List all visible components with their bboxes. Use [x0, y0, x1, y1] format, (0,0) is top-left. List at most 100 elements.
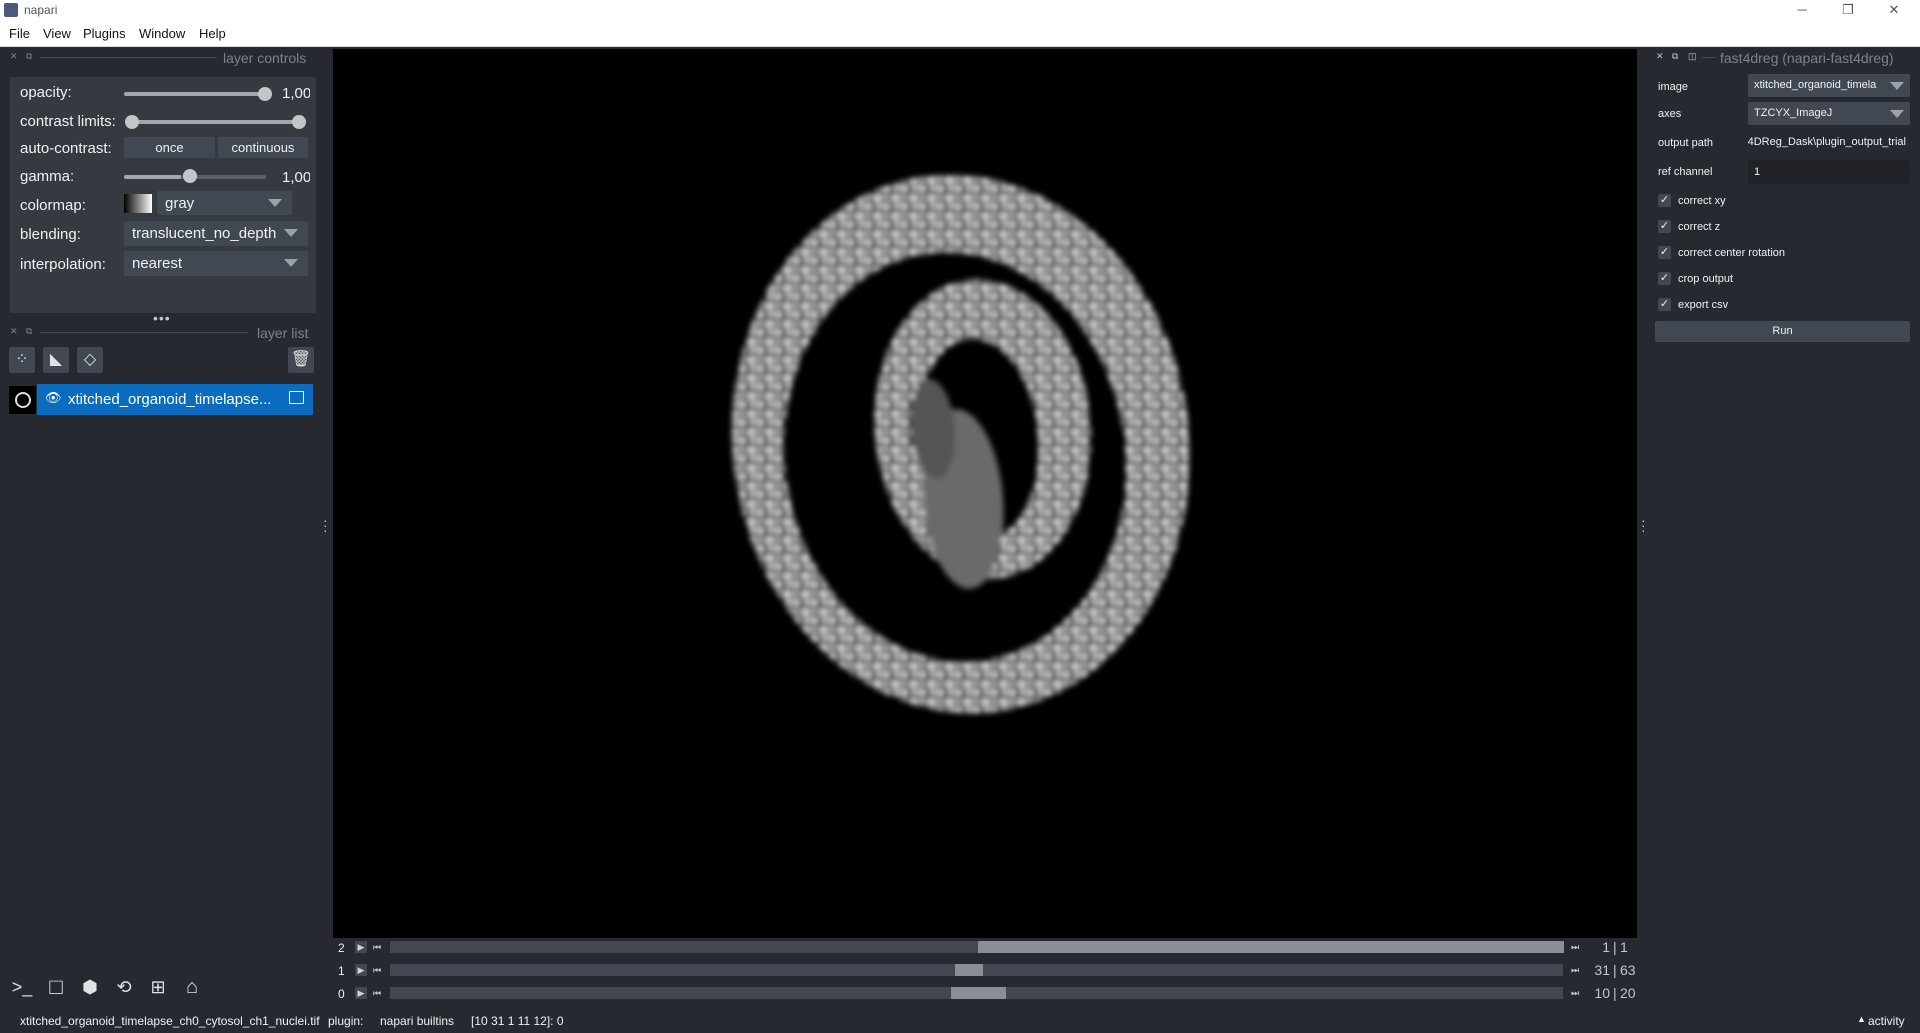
dock-float-icon[interactable]: ⧉	[26, 326, 32, 337]
contrast-min-handle[interactable]	[125, 115, 139, 129]
menu-help[interactable]: Help	[199, 26, 226, 41]
correct-z-checkbox[interactable]: ✓	[1658, 220, 1671, 233]
correct-center-rotation-checkbox[interactable]: ✓	[1658, 246, 1671, 259]
colormap-swatch	[124, 194, 152, 213]
activity-triangle-icon[interactable]: ▲	[1857, 1014, 1866, 1024]
ref-channel-value: 1	[1754, 166, 1761, 178]
menu-plugins[interactable]: Plugins	[83, 26, 126, 41]
export-csv-checkbox[interactable]: ✓	[1658, 298, 1671, 311]
run-button[interactable]: Run	[1655, 321, 1910, 342]
dim-current[interactable]: 10	[1586, 985, 1610, 1001]
dock-hide-icon[interactable]: ◫	[1688, 51, 1697, 62]
crop-output-checkbox[interactable]: ✓	[1658, 272, 1671, 285]
menu-file[interactable]: File	[9, 26, 30, 41]
new-shapes-layer-icon[interactable]: ◣	[43, 347, 69, 373]
auto-contrast-once-button[interactable]: once	[124, 137, 215, 158]
step-forward-icon[interactable]: ⏭	[1569, 941, 1581, 953]
right-dock-resize-handle[interactable]: · · ·	[1641, 513, 1646, 537]
step-forward-icon[interactable]: ⏭	[1569, 987, 1581, 999]
image-canvas[interactable]	[333, 49, 1637, 938]
panel-splitter-handle[interactable]: •••	[153, 310, 171, 326]
crop-output-label[interactable]: crop output	[1678, 273, 1733, 285]
step-back-icon[interactable]: ⏮	[371, 941, 383, 953]
play-icon[interactable]: ▶	[355, 941, 367, 953]
close-window-button[interactable]: ✕	[1872, 1, 1916, 19]
contrast-max-handle[interactable]	[292, 115, 306, 129]
visibility-eye-icon[interactable]: 👁	[45, 390, 62, 406]
contrast-limits-label: contrast limits:	[20, 113, 116, 130]
dim-current[interactable]: 1	[1596, 939, 1610, 955]
dim-current[interactable]: 31	[1586, 962, 1610, 978]
dock-float-icon[interactable]: ⧉	[26, 51, 32, 62]
dim-slider-thumb[interactable]	[951, 987, 1006, 999]
gamma-value[interactable]: 1,00	[282, 169, 310, 186]
image-select-value: xtitched_organoid_timela	[1754, 79, 1877, 91]
ref-channel-input[interactable]: 1	[1748, 160, 1910, 184]
dim-axis-label: 0	[338, 987, 345, 1001]
gamma-slider-handle[interactable]	[183, 169, 197, 183]
auto-contrast-continuous-button[interactable]: continuous	[218, 137, 308, 158]
menu-bar: File View Plugins Window Help	[0, 21, 1920, 47]
home-icon[interactable]: ⌂	[179, 974, 205, 1000]
delete-layer-trash-icon[interactable]: 🗑	[288, 347, 314, 373]
step-back-icon[interactable]: ⏮	[371, 964, 383, 976]
menu-view[interactable]: View	[43, 26, 71, 41]
image-select[interactable]: xtitched_organoid_timela	[1748, 74, 1910, 97]
dock-divider	[40, 57, 216, 58]
dim-max: 1	[1620, 939, 1628, 955]
colormap-select[interactable]: gray	[157, 191, 292, 215]
correct-z-label[interactable]: correct z	[1678, 221, 1720, 233]
output-path-label: output path	[1658, 137, 1714, 149]
contrast-limits-slider[interactable]	[131, 120, 299, 124]
correct-xy-checkbox[interactable]: ✓	[1658, 194, 1671, 207]
console-icon[interactable]: >_	[9, 974, 35, 1000]
step-back-icon[interactable]: ⏮	[371, 987, 383, 999]
new-points-layer-icon[interactable]: ⁘	[9, 347, 35, 373]
rotate-icon[interactable]: ⟲	[111, 974, 137, 1000]
opacity-label: opacity:	[20, 84, 72, 101]
layer-name[interactable]: xtitched_organoid_timelapse...	[68, 391, 271, 408]
interpolation-select[interactable]: nearest	[124, 251, 308, 276]
correct-xy-label[interactable]: correct xy	[1678, 195, 1726, 207]
axes-select[interactable]: TZCYX_ImageJ	[1748, 102, 1910, 125]
opacity-value[interactable]: 1,00	[282, 85, 310, 102]
dock-float-icon[interactable]: ⧉	[1672, 51, 1678, 62]
output-path-value: 4DReg_Dask\plugin_output_trial	[1748, 136, 1906, 148]
ndisplay-square-icon[interactable]: □	[43, 974, 69, 1000]
maximize-button[interactable]: ❐	[1826, 1, 1870, 19]
cube-icon[interactable]: ⬢	[77, 974, 103, 1000]
blending-select[interactable]: translucent_no_depth	[124, 221, 308, 246]
chevron-down-icon	[284, 259, 298, 267]
plugin-title: fast4dreg (napari-fast4dreg)	[1720, 50, 1894, 66]
left-dock-resize-handle[interactable]: · · ·	[323, 513, 328, 537]
dim-slider-thumb[interactable]	[978, 941, 1564, 953]
image-label: image	[1658, 81, 1688, 93]
chevron-down-icon	[1890, 110, 1904, 118]
dock-close-icon[interactable]: ✕	[1656, 51, 1664, 62]
correct-center-rotation-label[interactable]: correct center rotation	[1678, 247, 1785, 259]
opacity-slider-handle[interactable]	[258, 87, 272, 101]
opacity-slider[interactable]	[124, 92, 266, 96]
menu-window[interactable]: Window	[139, 26, 185, 41]
layer-list-header: layer list	[257, 325, 309, 341]
new-labels-layer-icon[interactable]: ◇	[77, 347, 103, 373]
activity-button[interactable]: activity	[1868, 1014, 1905, 1028]
blending-value: translucent_no_depth	[132, 225, 277, 242]
organoid-image	[333, 49, 1637, 938]
chevron-down-icon	[1890, 82, 1904, 90]
play-icon[interactable]: ▶	[355, 987, 367, 999]
dock-close-icon[interactable]: ✕	[10, 326, 18, 337]
layer-controls-header: layer controls	[223, 50, 307, 66]
auto-contrast-label: auto-contrast:	[20, 140, 112, 157]
dock-close-icon[interactable]: ✕	[10, 51, 18, 62]
minimize-button[interactable]: ─	[1780, 1, 1824, 19]
export-csv-label[interactable]: export csv	[1678, 299, 1728, 311]
layer-thumbnail	[9, 386, 36, 414]
dim-slider-thumb[interactable]	[955, 964, 983, 976]
output-path-input[interactable]: 4DReg_Dask\plugin_output_trial	[1748, 130, 1910, 154]
layer-list-item[interactable]: 👁 xtitched_organoid_timelapse...	[37, 384, 313, 415]
step-forward-icon[interactable]: ⏭	[1569, 964, 1581, 976]
grid-icon[interactable]: ⊞	[145, 974, 171, 1000]
play-icon[interactable]: ▶	[355, 964, 367, 976]
dock-divider	[40, 332, 248, 333]
